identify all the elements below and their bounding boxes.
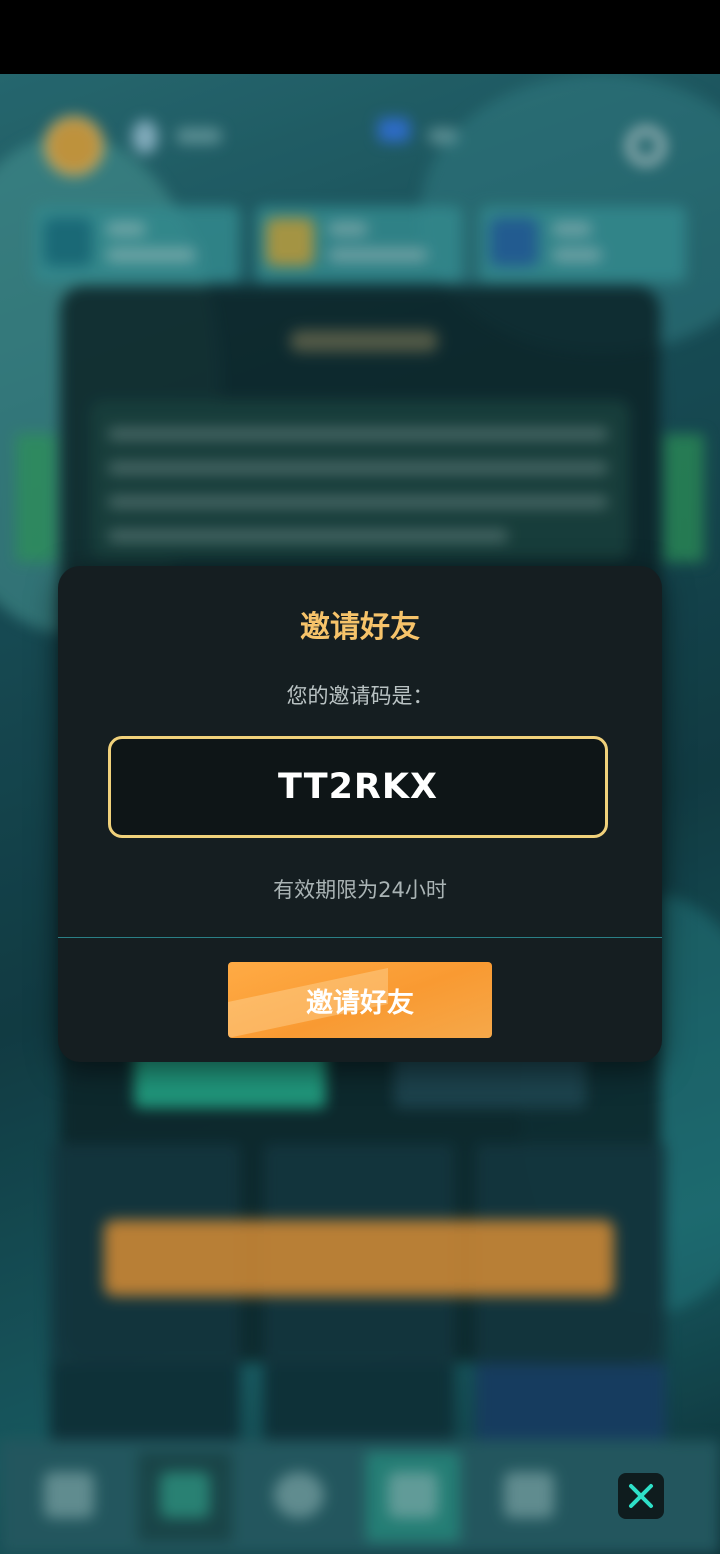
dialog-title: 邀请好友 — [300, 610, 420, 645]
invite-code-box: TT2RKX — [108, 736, 608, 838]
validity-text: 有效期限为24小时 — [273, 878, 447, 902]
close-icon — [629, 1484, 653, 1508]
divider — [58, 937, 662, 938]
status-bar — [0, 0, 720, 74]
invite-code-prompt: 您的邀请码是： — [286, 684, 434, 708]
invite-friend-dialog: 邀请好友 您的邀请码是： TT2RKX 有效期限为24小时 邀请好友 — [58, 566, 662, 1062]
invite-friend-button[interactable]: 邀请好友 — [228, 962, 492, 1038]
invite-friend-button-label: 邀请好友 — [306, 987, 414, 1019]
close-button[interactable] — [618, 1473, 664, 1519]
invite-code: TT2RKX — [278, 767, 438, 807]
